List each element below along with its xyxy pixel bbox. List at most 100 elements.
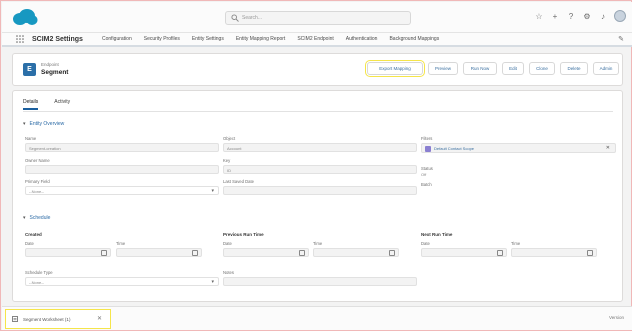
- tab-activity[interactable]: Activity: [54, 99, 70, 110]
- calendar-icon[interactable]: [101, 250, 107, 256]
- utility-label: Segment Worksheet (1): [23, 316, 71, 322]
- last-saved-label: Last Saved Date: [223, 179, 254, 184]
- app-name: SCIM2 Settings: [32, 35, 83, 43]
- next-date-label: Date: [421, 241, 430, 246]
- chevron-down-icon: ▾: [211, 188, 214, 194]
- worksheet-icon: [12, 316, 18, 322]
- next-run-label: Next Run Time: [421, 232, 453, 237]
- status-value: Off: [421, 172, 427, 177]
- section-entity-overview[interactable]: ▾ Entity Overview: [23, 121, 64, 127]
- record-object-label: Endpoint: [41, 62, 59, 67]
- filters-value: Default Contact Scope: [434, 146, 475, 151]
- key-field[interactable]: ID: [223, 165, 417, 174]
- add-icon[interactable]: +: [550, 11, 560, 21]
- previous-run-label: Previous Run Time: [223, 232, 264, 237]
- record-tabs: Details Activity: [23, 99, 70, 110]
- clear-filter-icon[interactable]: ✕: [606, 145, 610, 151]
- app-frame: Search... ☆ + ? ⚙ ♪ SCIM2 Settings Confi…: [0, 0, 632, 331]
- utility-bar: Segment Worksheet (1) ✕ Version: [2, 306, 632, 330]
- primary-field-label: Primary Field: [25, 179, 50, 184]
- notes-field[interactable]: [223, 277, 417, 286]
- primary-field-select[interactable]: --None-- ▾: [25, 186, 219, 195]
- clone-button[interactable]: Clone: [529, 62, 555, 75]
- record-object-icon: E: [23, 63, 36, 76]
- object-field[interactable]: Account: [223, 143, 417, 152]
- schedule-type-label: Schedule Type: [25, 270, 53, 275]
- section-title: Schedule: [29, 215, 51, 221]
- search-placeholder: Search...: [242, 15, 263, 21]
- name-value: Segment-creation: [29, 146, 61, 151]
- setup-gear-icon[interactable]: ⚙: [582, 11, 592, 21]
- filters-label: Filters: [421, 136, 433, 141]
- edit-button[interactable]: Edit: [502, 62, 524, 75]
- global-search-input[interactable]: Search...: [225, 11, 411, 25]
- favorites-icon[interactable]: ☆: [534, 11, 544, 21]
- batch-label: Batch: [421, 182, 432, 187]
- search-icon: [231, 14, 239, 22]
- salesforce-logo-icon[interactable]: [12, 8, 38, 27]
- clock-icon[interactable]: [192, 250, 198, 256]
- created-label: Created: [25, 232, 42, 237]
- nav-item-background-mappings[interactable]: Background Mappings: [389, 36, 439, 42]
- delete-button[interactable]: Delete: [560, 62, 588, 75]
- created-time-field[interactable]: [116, 248, 202, 257]
- edit-nav-pencil-icon[interactable]: ✎: [618, 35, 624, 43]
- app-launcher-icon[interactable]: [16, 35, 24, 43]
- record-detail-card: Details Activity ▾ Entity Overview Name …: [12, 90, 623, 302]
- calendar-icon[interactable]: [497, 250, 503, 256]
- nav-item-configuration[interactable]: Configuration: [102, 36, 132, 42]
- utility-item-segment-worksheet[interactable]: Segment Worksheet (1) ✕: [5, 309, 111, 329]
- record-header: E Endpoint Segment Export Mapping Previe…: [12, 53, 623, 86]
- name-field[interactable]: Segment-creation: [25, 143, 219, 152]
- next-time-field[interactable]: [511, 248, 597, 257]
- key-label: Key: [223, 158, 231, 163]
- tab-details[interactable]: Details: [23, 99, 39, 110]
- record-actions: Export Mapping Preview Run Now Edit Clon…: [365, 60, 619, 77]
- record-name: Segment: [41, 69, 69, 76]
- admin-button[interactable]: Admin: [593, 62, 619, 75]
- chevron-down-icon: ▾: [23, 215, 26, 221]
- filters-lookup-field[interactable]: Default Contact Scope ✕: [421, 143, 616, 153]
- notes-label: Notes: [223, 270, 234, 275]
- nav-item-entity-settings[interactable]: Entity Settings: [192, 36, 224, 42]
- name-label: Name: [25, 136, 37, 141]
- object-label: Object: [223, 136, 236, 141]
- primary-field-value: --None--: [29, 189, 44, 194]
- calendar-icon[interactable]: [299, 250, 305, 256]
- previous-date-label: Date: [223, 241, 232, 246]
- status-label: Status: [421, 166, 433, 171]
- section-title: Entity Overview: [29, 121, 65, 127]
- export-mapping-button[interactable]: Export Mapping: [365, 60, 425, 77]
- schedule-type-value: --None--: [29, 280, 44, 285]
- chevron-down-icon: ▾: [23, 121, 26, 127]
- filter-record-icon: [425, 146, 431, 152]
- nav-item-authentication[interactable]: Authentication: [346, 36, 378, 42]
- created-time-label: Time: [116, 241, 126, 246]
- help-icon[interactable]: ?: [566, 11, 576, 21]
- clock-icon[interactable]: [587, 250, 593, 256]
- notifications-bell-icon[interactable]: ♪: [598, 11, 608, 21]
- chevron-down-icon: ▾: [211, 279, 214, 285]
- version-label: Version: [608, 315, 624, 320]
- previous-time-label: Time: [313, 241, 323, 246]
- nav-item-entity-mapping-report[interactable]: Entity Mapping Report: [236, 36, 285, 42]
- close-icon[interactable]: ✕: [97, 315, 102, 322]
- nav-item-scim2-endpoint[interactable]: SCIM2 Endpoint: [297, 36, 333, 42]
- nav-item-security-profiles[interactable]: Security Profiles: [144, 36, 180, 42]
- created-date-field[interactable]: [25, 248, 111, 257]
- previous-date-field[interactable]: [223, 248, 309, 257]
- user-avatar[interactable]: [614, 10, 626, 22]
- next-time-label: Time: [511, 241, 521, 246]
- global-header: Search... ☆ + ? ⚙ ♪: [2, 2, 632, 33]
- last-saved-field[interactable]: [223, 186, 417, 195]
- owner-field[interactable]: [25, 165, 219, 174]
- section-schedule[interactable]: ▾ Schedule: [23, 215, 50, 221]
- key-value: ID: [227, 168, 231, 173]
- owner-label: Owner Name: [25, 158, 50, 163]
- next-date-field[interactable]: [421, 248, 507, 257]
- schedule-type-select[interactable]: --None-- ▾: [25, 277, 219, 286]
- clock-icon[interactable]: [389, 250, 395, 256]
- run-now-button[interactable]: Run Now: [463, 62, 497, 75]
- preview-button[interactable]: Preview: [428, 62, 458, 75]
- previous-time-field[interactable]: [313, 248, 399, 257]
